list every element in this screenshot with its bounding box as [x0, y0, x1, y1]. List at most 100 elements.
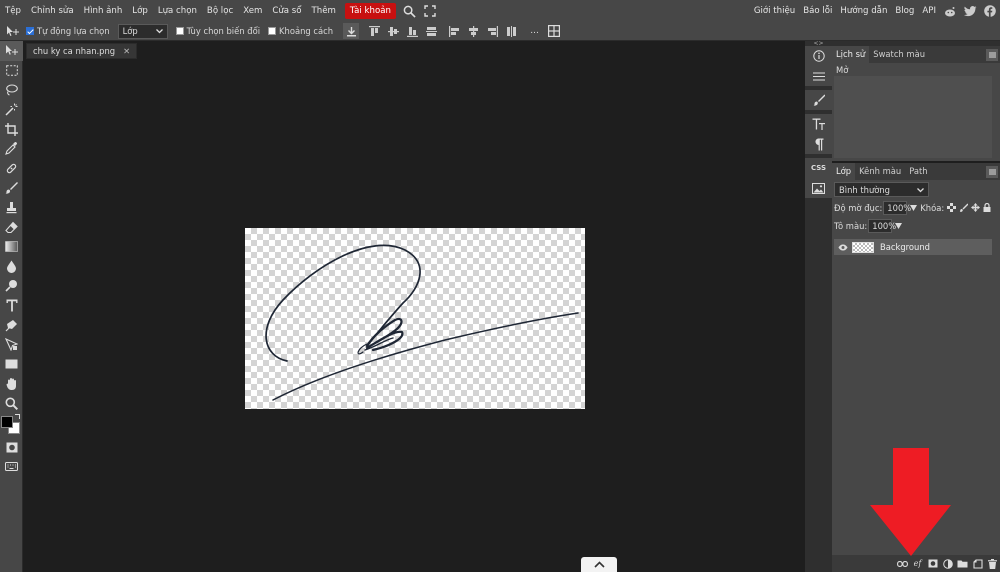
menu-filter[interactable]: Bộ lọc [202, 0, 238, 22]
history-item[interactable]: Mở [832, 63, 1000, 77]
layer-row[interactable]: Background [834, 239, 992, 255]
dodge-tool[interactable] [0, 276, 23, 296]
opacity-dropdown-icon[interactable] [910, 203, 918, 213]
quick-mask-tool[interactable] [0, 437, 23, 457]
lock-all-icon[interactable] [983, 202, 991, 214]
menu-layer[interactable]: Lớp [127, 0, 153, 22]
align-hcenter-icon[interactable] [466, 24, 481, 39]
auto-select-checkbox[interactable]: Tự động lựa chọn [26, 26, 110, 36]
pen-icon [5, 319, 17, 332]
bottom-panel-toggle[interactable] [581, 557, 617, 572]
menu-api[interactable]: API [918, 0, 940, 22]
adjustments-icon[interactable] [805, 66, 832, 86]
menu-blog[interactable]: Blog [891, 0, 918, 22]
type-tool[interactable] [0, 296, 23, 316]
distribute-horizontal-icon[interactable] [504, 24, 519, 39]
distribute-vertical-icon[interactable] [424, 24, 439, 39]
lock-position-icon[interactable] [971, 202, 981, 214]
new-layer-icon[interactable] [970, 556, 985, 571]
brush-settings-icon[interactable] [805, 90, 832, 110]
menu-edit[interactable]: Chỉnh sửa [26, 0, 79, 22]
menu-file[interactable]: Tệp [0, 0, 26, 22]
transform-check[interactable] [175, 27, 184, 35]
swap-colors-icon[interactable] [15, 414, 20, 420]
move-tool[interactable] [0, 41, 23, 61]
menu-window[interactable]: Cửa sổ [267, 0, 306, 22]
grid-icon[interactable] [546, 24, 561, 39]
menu-select[interactable]: Lựa chọn [153, 0, 202, 22]
hand-tool[interactable] [0, 374, 23, 394]
marquee-tool[interactable] [0, 61, 23, 81]
lasso-tool[interactable] [0, 80, 23, 100]
lock-pixels-icon[interactable] [959, 203, 969, 214]
menu-about[interactable]: Giới thiệu [750, 0, 799, 22]
panel-menu-icon[interactable] [986, 48, 998, 61]
new-group-icon[interactable] [955, 556, 970, 571]
auto-select-check[interactable] [26, 27, 34, 35]
menu-view[interactable]: Xem [238, 0, 267, 22]
tab-paths[interactable]: Path [905, 163, 931, 180]
reddit-icon[interactable] [940, 0, 960, 22]
fullscreen-icon[interactable] [420, 0, 440, 22]
menu-account[interactable]: Tài khoản [344, 3, 396, 19]
tab-layers[interactable]: Lớp [832, 163, 856, 180]
rectangle-tool[interactable] [0, 355, 23, 375]
align-bottom-icon[interactable] [405, 24, 420, 39]
close-icon[interactable]: ✕ [123, 46, 130, 56]
twitter-icon[interactable] [960, 0, 980, 22]
layer-mask-icon[interactable] [925, 556, 940, 571]
eraser-tool[interactable] [0, 217, 23, 237]
layer-effects-icon[interactable]: ef [910, 556, 925, 571]
transform-checkbox[interactable]: Tùy chọn biến đổi [175, 26, 260, 36]
more-options[interactable]: ... [527, 24, 542, 39]
pen-tool[interactable] [0, 315, 23, 335]
facebook-icon[interactable] [980, 0, 1000, 22]
spacing-checkbox[interactable]: Khoảng cách [268, 26, 333, 36]
css-icon[interactable]: CSS [805, 158, 832, 178]
menu-more[interactable]: Thêm [307, 0, 341, 22]
paragraph-icon[interactable] [805, 134, 832, 154]
character-icon[interactable] [805, 114, 832, 134]
document-tab[interactable]: chu ky ca nhan.png ✕ [26, 43, 138, 59]
fill-dropdown-icon[interactable] [895, 221, 903, 231]
menu-image[interactable]: Hình ảnh [79, 0, 128, 22]
align-vcenter-icon[interactable] [386, 24, 401, 39]
layer-select-dropdown[interactable]: Lớp [117, 23, 168, 39]
menu-guide[interactable]: Hướng dẫn [836, 0, 891, 22]
delete-layer-icon[interactable] [985, 556, 1000, 571]
color-swatches[interactable] [0, 413, 23, 437]
clone-stamp-tool[interactable] [0, 198, 23, 218]
eye-icon[interactable] [838, 244, 848, 251]
info-icon[interactable] [805, 46, 832, 66]
fill-input[interactable]: 100% [868, 219, 896, 233]
align-right-icon[interactable] [485, 24, 500, 39]
search-icon[interactable] [400, 0, 420, 22]
tab-channels[interactable]: Kênh màu [855, 163, 905, 180]
brush-tool[interactable] [0, 178, 23, 198]
download-icon[interactable] [343, 23, 360, 39]
panel-menu-icon[interactable] [986, 165, 998, 178]
magic-wand-tool[interactable] [0, 100, 23, 120]
align-left-icon[interactable] [447, 24, 462, 39]
healing-brush-tool[interactable] [0, 159, 23, 179]
foreground-color[interactable] [1, 416, 13, 429]
blur-tool[interactable] [0, 257, 23, 277]
opacity-input[interactable]: 100% [883, 201, 911, 215]
image-canvas[interactable] [245, 228, 585, 409]
align-top-icon[interactable] [367, 24, 382, 39]
eyedropper-tool[interactable] [0, 139, 23, 159]
gradient-tool[interactable] [0, 237, 23, 257]
link-layers-icon[interactable] [895, 556, 910, 571]
adjustment-layer-icon[interactable] [940, 556, 955, 571]
keyboard-shortcuts[interactable] [0, 457, 23, 477]
path-select-tool[interactable] [0, 335, 23, 355]
lock-transparency-icon[interactable] [947, 202, 957, 214]
tab-swatches[interactable]: Swatch màu [869, 46, 929, 63]
spacing-check[interactable] [268, 27, 277, 35]
blend-mode-dropdown[interactable]: Bình thường [834, 182, 929, 197]
zoom-tool[interactable] [0, 394, 23, 414]
tab-history[interactable]: Lịch sử [832, 46, 870, 63]
crop-tool[interactable] [0, 119, 23, 139]
menu-report-bug[interactable]: Báo lỗi [799, 0, 836, 22]
image-icon[interactable] [805, 178, 832, 198]
